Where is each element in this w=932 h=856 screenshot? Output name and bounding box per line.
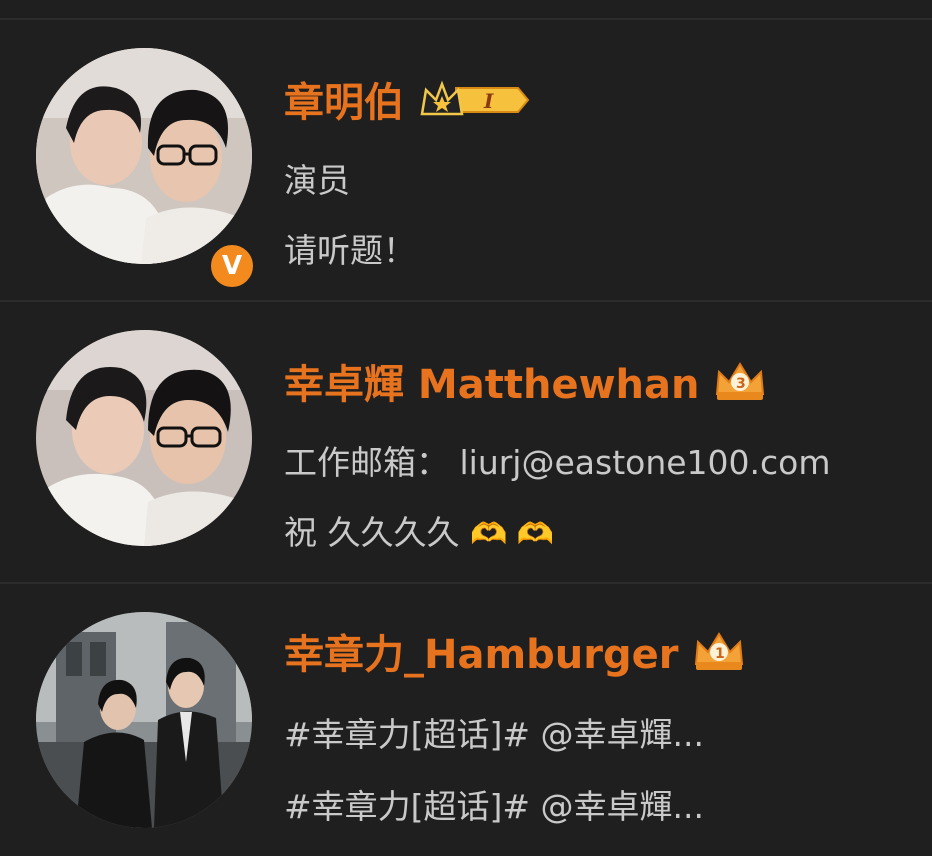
user-name[interactable]: 章明伯 I [284, 70, 530, 132]
avatar-photo [36, 330, 252, 546]
user-bio-line-1: #幸章力[超话]# @幸卓輝... [284, 715, 705, 754]
svg-text:1: 1 [715, 646, 725, 662]
user-name-text[interactable]: 幸卓輝 Matthewhan [284, 362, 699, 408]
list-item-user-2[interactable]: 幸卓輝 Matthewhan 3 工作邮箱： liurj@eastone100.… [0, 302, 932, 582]
user-bio-text: 祝 久久久久 [284, 513, 460, 552]
crown-level-badge-icon: I [418, 78, 530, 132]
user-bio-line-2: #幸章力[超话]# @幸卓輝... [284, 787, 705, 826]
heart-hands-emoji: 🫶 🫶 [470, 517, 555, 552]
user-name-text[interactable]: 章明伯 [284, 80, 404, 126]
user-title: 演员 [284, 161, 350, 200]
avatar[interactable] [36, 48, 252, 264]
verified-v-icon: V [208, 242, 256, 290]
crown-icon: 3 [713, 360, 767, 414]
user-name[interactable]: 幸卓輝 Matthewhan 3 [284, 352, 767, 414]
user-name-text[interactable]: 幸章力_Hamburger [284, 632, 678, 678]
avatar-photo [36, 48, 252, 264]
svg-text:I: I [483, 89, 494, 113]
list-item-user-1[interactable]: V 章明伯 I 演员 请听题！ [0, 20, 932, 300]
svg-text:3: 3 [736, 376, 746, 392]
avatar[interactable] [36, 330, 252, 546]
avatar[interactable] [36, 612, 252, 828]
user-email: 工作邮箱： liurj@eastone100.com [284, 443, 831, 482]
user-bio: 请听题！ [284, 231, 416, 270]
user-name[interactable]: 幸章力_Hamburger 1 [284, 622, 746, 684]
list-item-user-3[interactable]: 幸章力_Hamburger 1 #幸章力[超话]# @幸卓輝... #幸章力[超… [0, 584, 932, 856]
crown-icon: 1 [692, 630, 746, 684]
user-list: V 章明伯 I 演员 请听题！ 幸卓輝 Matthewhan 3 工作邮箱： l… [0, 0, 932, 856]
user-bio: 祝 久久久久 🫶 🫶 [284, 506, 554, 554]
avatar-photo [36, 612, 252, 828]
